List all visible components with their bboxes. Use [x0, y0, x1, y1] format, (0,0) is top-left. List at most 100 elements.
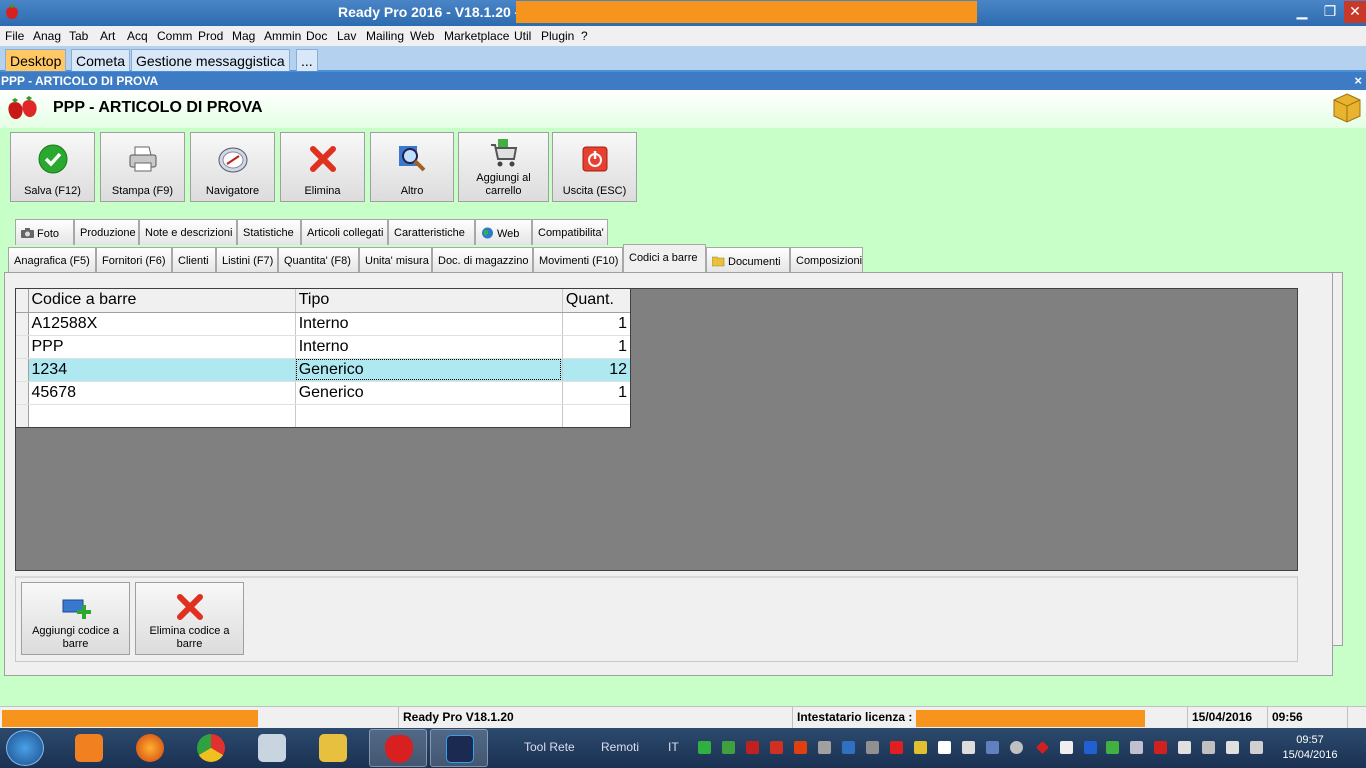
tab-articoli-collegati[interactable]: Articoli collegati — [301, 219, 388, 245]
menu-marketplace[interactable]: Marketplace — [444, 29, 509, 43]
tab-note-e-descrizioni[interactable]: Note e descrizioni — [139, 219, 237, 245]
menu-ammin[interactable]: Ammin — [264, 29, 301, 43]
tab-clienti[interactable]: Clienti — [172, 247, 216, 273]
row-selector[interactable] — [16, 335, 29, 359]
table-row[interactable]: PPP Interno 1 — [16, 335, 632, 359]
tray-icon[interactable] — [1010, 741, 1023, 754]
tab-documenti[interactable]: Documenti — [706, 247, 790, 273]
tray-icon[interactable] — [770, 741, 783, 754]
tray-icon[interactable] — [938, 741, 951, 754]
row-selector[interactable] — [16, 404, 29, 428]
menu-comm[interactable]: Comm — [157, 29, 192, 43]
close-button[interactable]: ✕ — [1344, 1, 1366, 23]
cell-qty-empty[interactable] — [562, 404, 632, 428]
menu-help[interactable]: ? — [581, 29, 588, 43]
cell-qty[interactable]: 1 — [562, 335, 632, 359]
tab-composizioni[interactable]: Composizioni — [790, 247, 863, 273]
bluetooth-icon[interactable] — [1084, 741, 1097, 754]
menu-prod[interactable]: Prod — [198, 29, 223, 43]
cell-type-empty[interactable] — [295, 404, 563, 428]
menu-acq[interactable]: Acq — [127, 29, 148, 43]
tab-compatibilita[interactable]: Compatibilita' — [532, 219, 608, 245]
cell-code[interactable]: A12588X — [28, 312, 296, 336]
minimize-button[interactable]: ▁ — [1288, 1, 1316, 23]
tray-icon[interactable] — [818, 741, 831, 754]
tray-icon[interactable] — [890, 741, 903, 754]
tab-anagrafica[interactable]: Anagrafica (F5) — [8, 247, 96, 273]
tray-icon[interactable] — [866, 741, 879, 754]
navigator-button[interactable]: Navigatore — [190, 132, 275, 202]
power-icon[interactable] — [1226, 741, 1239, 754]
delete-barcode-button[interactable]: Elimina codice a barre — [135, 582, 244, 655]
clock[interactable]: 09:57 15/04/2016 — [1280, 733, 1340, 763]
tray-icon[interactable] — [842, 741, 855, 754]
tray-icon[interactable] — [1154, 741, 1167, 754]
add-to-cart-button[interactable]: Aggiungi al carrello — [458, 132, 549, 202]
row-selector[interactable] — [16, 358, 29, 382]
add-barcode-button[interactable]: Aggiungi codice a barre — [21, 582, 130, 655]
tab-codici-a-barre[interactable]: Codici a barre — [623, 244, 706, 272]
cell-code-empty[interactable] — [28, 404, 296, 428]
tray-icon[interactable] — [1036, 741, 1049, 754]
tab-listini[interactable]: Listini (F7) — [216, 247, 278, 273]
menu-art[interactable]: Art — [100, 29, 115, 43]
volume-icon[interactable] — [1250, 741, 1263, 754]
tab-web[interactable]: Web — [475, 219, 532, 245]
toolbar-tool-rete[interactable]: Tool Rete — [524, 740, 575, 754]
menu-util[interactable]: Util — [514, 29, 531, 43]
tab-movimenti[interactable]: Movimenti (F10) — [533, 247, 623, 273]
column-header-code[interactable]: Codice a barre — [28, 289, 296, 313]
taskbar-explorer[interactable] — [304, 729, 362, 767]
tray-icon[interactable] — [794, 741, 807, 754]
cell-type[interactable]: Interno — [295, 335, 563, 359]
taskbar-media-player[interactable] — [60, 729, 118, 767]
cell-qty[interactable]: 12 — [562, 358, 632, 382]
cell-qty[interactable]: 1 — [562, 381, 632, 405]
taskbar-chrome[interactable] — [182, 729, 240, 767]
tab-desktop[interactable]: Desktop — [5, 49, 67, 71]
tray-icon[interactable] — [746, 741, 759, 754]
table-row[interactable]: A12588X Interno 1 — [16, 312, 632, 336]
menu-mailing[interactable]: Mailing — [366, 29, 404, 43]
flag-icon[interactable] — [1178, 741, 1191, 754]
delete-button[interactable]: Elimina — [280, 132, 365, 202]
tab-statistiche[interactable]: Statistiche — [237, 219, 301, 245]
row-selector[interactable] — [16, 381, 29, 405]
tray-icon[interactable] — [1130, 741, 1143, 754]
menu-file[interactable]: File — [5, 29, 24, 43]
tray-icon[interactable] — [698, 741, 711, 754]
menu-lav[interactable]: Lav — [337, 29, 356, 43]
menu-mag[interactable]: Mag — [232, 29, 255, 43]
taskbar-calculator[interactable] — [243, 729, 301, 767]
tab-caratteristiche[interactable]: Caratteristiche — [388, 219, 475, 245]
cell-qty[interactable]: 1 — [562, 312, 632, 336]
toolbar-remoti[interactable]: Remoti — [601, 740, 639, 754]
tab-cometa[interactable]: Cometa — [71, 49, 131, 71]
cell-code[interactable]: 45678 — [28, 381, 296, 405]
tray-icon[interactable] — [962, 741, 975, 754]
menu-tab[interactable]: Tab — [69, 29, 88, 43]
tray-icon[interactable] — [1060, 741, 1073, 754]
tab-more[interactable]: ... — [296, 49, 318, 71]
table-row[interactable]: 45678 Generico 1 — [16, 381, 632, 405]
exit-button[interactable]: Uscita (ESC) — [552, 132, 637, 202]
table-row-new[interactable] — [16, 404, 632, 428]
tab-foto[interactable]: Foto — [15, 219, 74, 245]
document-close-button[interactable]: × — [1354, 73, 1362, 88]
save-button[interactable]: Salva (F12) — [10, 132, 95, 202]
language-indicator[interactable]: IT — [668, 740, 679, 754]
taskbar-ready-pro[interactable] — [369, 729, 427, 767]
cell-code[interactable]: PPP — [28, 335, 296, 359]
menu-web[interactable]: Web — [410, 29, 434, 43]
tab-quantita[interactable]: Quantita' (F8) — [278, 247, 359, 273]
tray-icon[interactable] — [986, 741, 999, 754]
cell-code[interactable]: 1234 — [28, 358, 296, 382]
tab-produzione[interactable]: Produzione — [74, 219, 139, 245]
network-icon[interactable] — [1202, 741, 1215, 754]
taskbar-photoshop[interactable] — [430, 729, 488, 767]
more-button[interactable]: Altro — [370, 132, 454, 202]
start-button[interactable] — [6, 730, 44, 766]
tab-gestione-messaggistica[interactable]: Gestione messaggistica — [131, 49, 290, 71]
column-header-qty[interactable]: Quant. — [562, 289, 632, 313]
cell-type[interactable]: Interno — [295, 312, 563, 336]
